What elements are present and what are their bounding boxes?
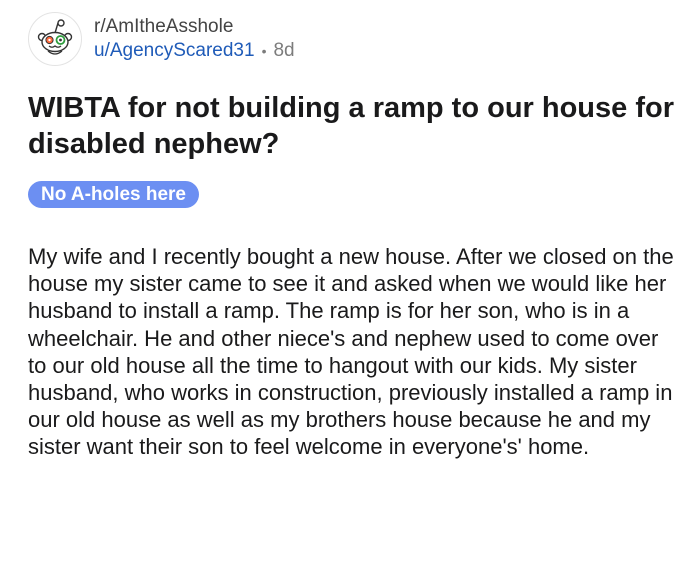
- author-link[interactable]: u/AgencyScared31: [94, 39, 255, 63]
- subreddit-link[interactable]: r/AmItheAsshole: [94, 15, 295, 39]
- post-body: My wife and I recently bought a new hous…: [28, 244, 674, 460]
- post-meta: r/AmItheAsshole u/AgencyScared31 • 8d: [94, 12, 295, 66]
- post-flair-badge[interactable]: No A-holes here: [28, 181, 199, 208]
- post-header: r/AmItheAsshole u/AgencyScared31 • 8d: [28, 12, 295, 66]
- snoo-avatar-icon: [37, 19, 73, 55]
- subreddit-avatar[interactable]: [28, 12, 82, 66]
- meta-separator: •: [261, 43, 267, 59]
- post-title[interactable]: WIBTA for not building a ramp to our hou…: [28, 90, 678, 162]
- post-age: 8d: [273, 40, 295, 61]
- post-byline: u/AgencyScared31 • 8d: [94, 39, 295, 63]
- post-card[interactable]: r/AmItheAsshole u/AgencyScared31 • 8d WI…: [0, 0, 700, 565]
